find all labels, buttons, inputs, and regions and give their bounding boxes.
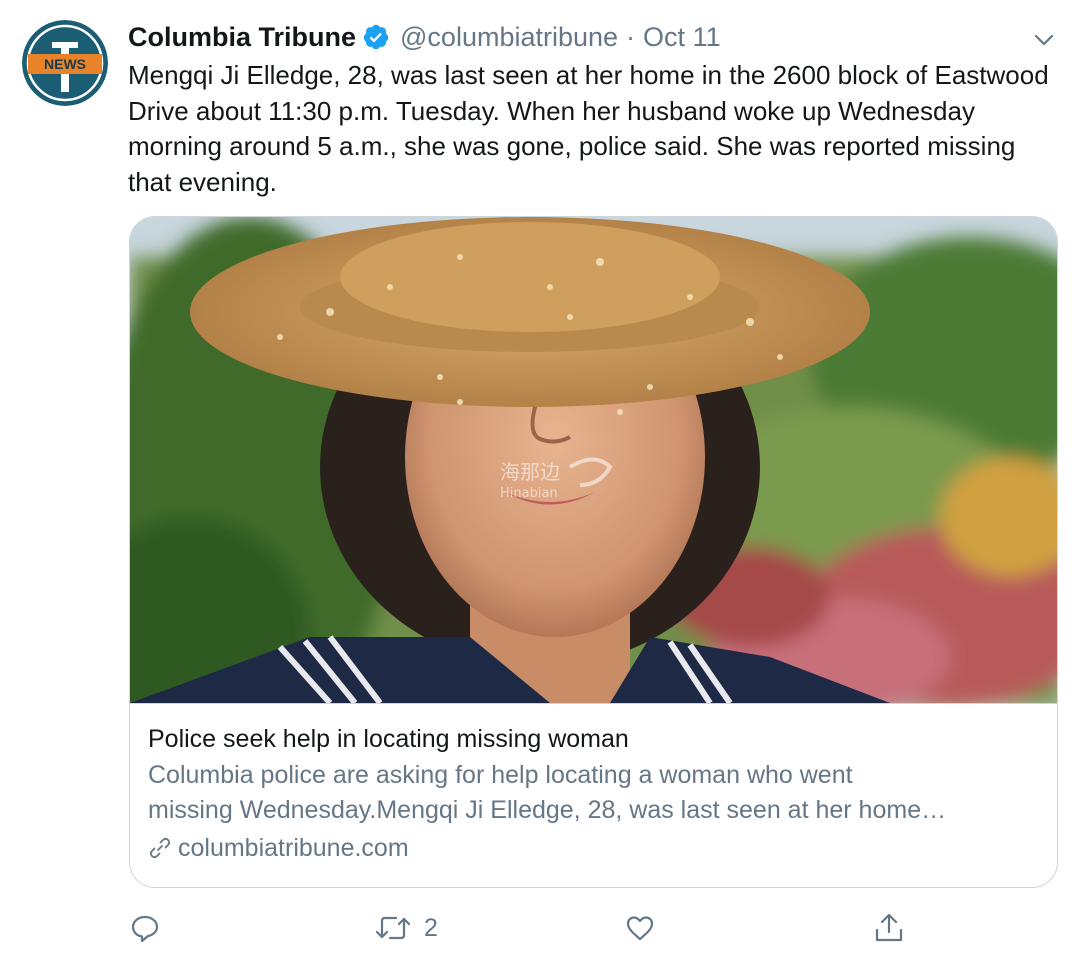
- watermark-cn: 海那边: [500, 460, 560, 484]
- card-description: Columbia police are asking for help loca…: [148, 758, 1043, 828]
- retweet-icon: [375, 916, 411, 940]
- card-domain[interactable]: columbiatribune.com: [148, 830, 1043, 866]
- verified-badge-icon: [362, 23, 390, 51]
- tweet-date[interactable]: Oct 11: [643, 22, 721, 53]
- card-description-line2: missing Wednesday.Mengqi Ji Elledge, 28,…: [148, 796, 947, 824]
- avatar-text: NEWS: [44, 56, 86, 72]
- avatar[interactable]: NEWS: [22, 20, 108, 106]
- header-separator: ·: [626, 21, 636, 52]
- reply-icon: [131, 915, 159, 943]
- avatar-logo: NEWS: [22, 20, 108, 106]
- card-domain-text: columbiatribune.com: [178, 834, 409, 862]
- card-image[interactable]: 海那边 Hinabian: [130, 217, 1057, 704]
- retweet-button[interactable]: 2: [374, 910, 438, 946]
- card-description-line1: Columbia police are asking for help loca…: [148, 761, 853, 789]
- link-card[interactable]: 海那边 Hinabian Police seek help in locatin…: [129, 216, 1058, 888]
- watermark-en: Hinabian: [500, 486, 558, 501]
- like-button[interactable]: [625, 910, 667, 946]
- tweet-text: Mengqi Ji Elledge, 28, was last seen at …: [128, 60, 1049, 197]
- share-button[interactable]: [873, 910, 905, 946]
- retweet-count: 2: [424, 913, 438, 942]
- chevron-down-icon[interactable]: [1030, 26, 1058, 54]
- reply-button[interactable]: [130, 910, 172, 946]
- share-icon: [875, 913, 903, 942]
- link-icon: [149, 837, 171, 859]
- card-title: Police seek help in locating missing wom…: [148, 725, 629, 753]
- card-photo: 海那边 Hinabian: [130, 217, 1057, 703]
- tweet-header: Columbia Tribune @columbiatribune · Oct …: [128, 18, 721, 56]
- tweet[interactable]: NEWS Columbia Tribune @columbiatribune ·…: [0, 0, 1080, 957]
- card-body[interactable]: Police seek help in locating missing wom…: [148, 722, 1043, 866]
- display-name[interactable]: Columbia Tribune: [128, 22, 356, 53]
- handle[interactable]: @columbiatribune: [400, 22, 618, 53]
- like-icon: [626, 916, 654, 941]
